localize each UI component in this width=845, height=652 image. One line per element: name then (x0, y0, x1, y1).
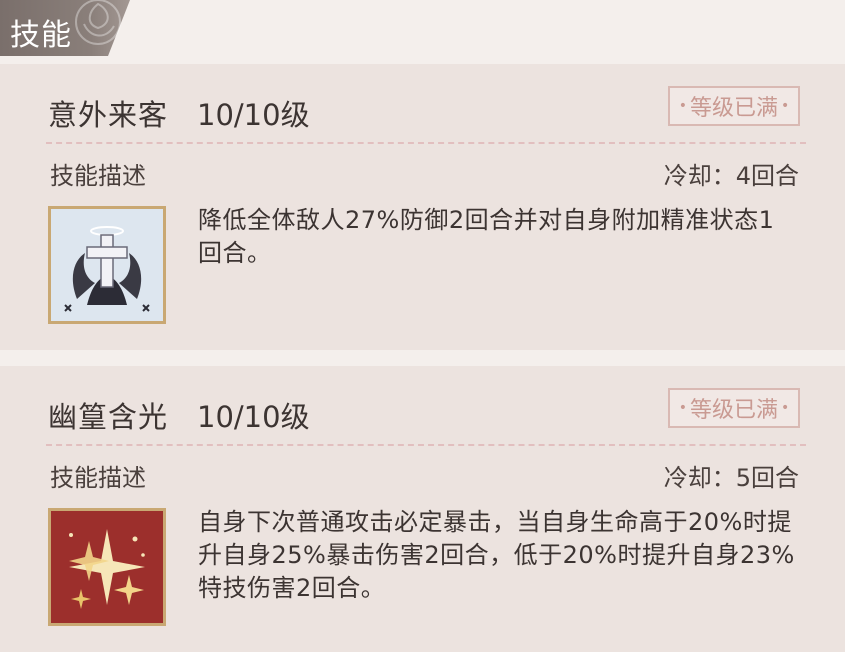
skill-level: 10/10级 (197, 98, 310, 132)
skill-name: 幽篁含光 (48, 400, 169, 434)
skill-name: 意外来客 (48, 98, 169, 132)
skill-card: 意外来客 10/10级 • 等级已满 • 技能描述 冷却：4回合 降低全体敌人2… (0, 64, 845, 350)
badge-label: 等级已满 (689, 96, 778, 121)
skill-description: 降低全体敌人27%防御2回合并对自身附加精准状态1回合。 (198, 206, 775, 267)
dashed-divider (46, 444, 806, 446)
badge-dot-right: • (781, 400, 790, 416)
cooldown-text: 冷却：4回合 (663, 162, 799, 190)
level-max-badge: • 等级已满 • (668, 86, 800, 126)
rose-icon (75, 0, 121, 45)
description-label: 技能描述 (50, 464, 146, 492)
ghost-cross-icon[interactable] (48, 206, 166, 324)
sparkle-burst-icon[interactable] (48, 508, 166, 626)
badge-dot-right: • (781, 98, 790, 114)
badge-label: 等级已满 (689, 398, 778, 423)
skill-description: 自身下次普通攻击必定暴击，当自身生命高于20%时提升自身25%暴击伤害2回合，低… (198, 508, 795, 602)
description-label: 技能描述 (50, 162, 146, 190)
badge-dot-left: • (678, 98, 687, 114)
skill-level: 10/10级 (197, 400, 310, 434)
dashed-divider (46, 142, 806, 144)
skill-card: 幽篁含光 10/10级 • 等级已满 • 技能描述 冷却：5回合 自身下次普通攻… (0, 366, 845, 652)
section-title: 技能 (10, 18, 72, 53)
badge-dot-left: • (678, 400, 687, 416)
level-max-badge: • 等级已满 • (668, 388, 800, 428)
cooldown-text: 冷却：5回合 (663, 464, 799, 492)
section-header: 技能 (0, 0, 845, 56)
